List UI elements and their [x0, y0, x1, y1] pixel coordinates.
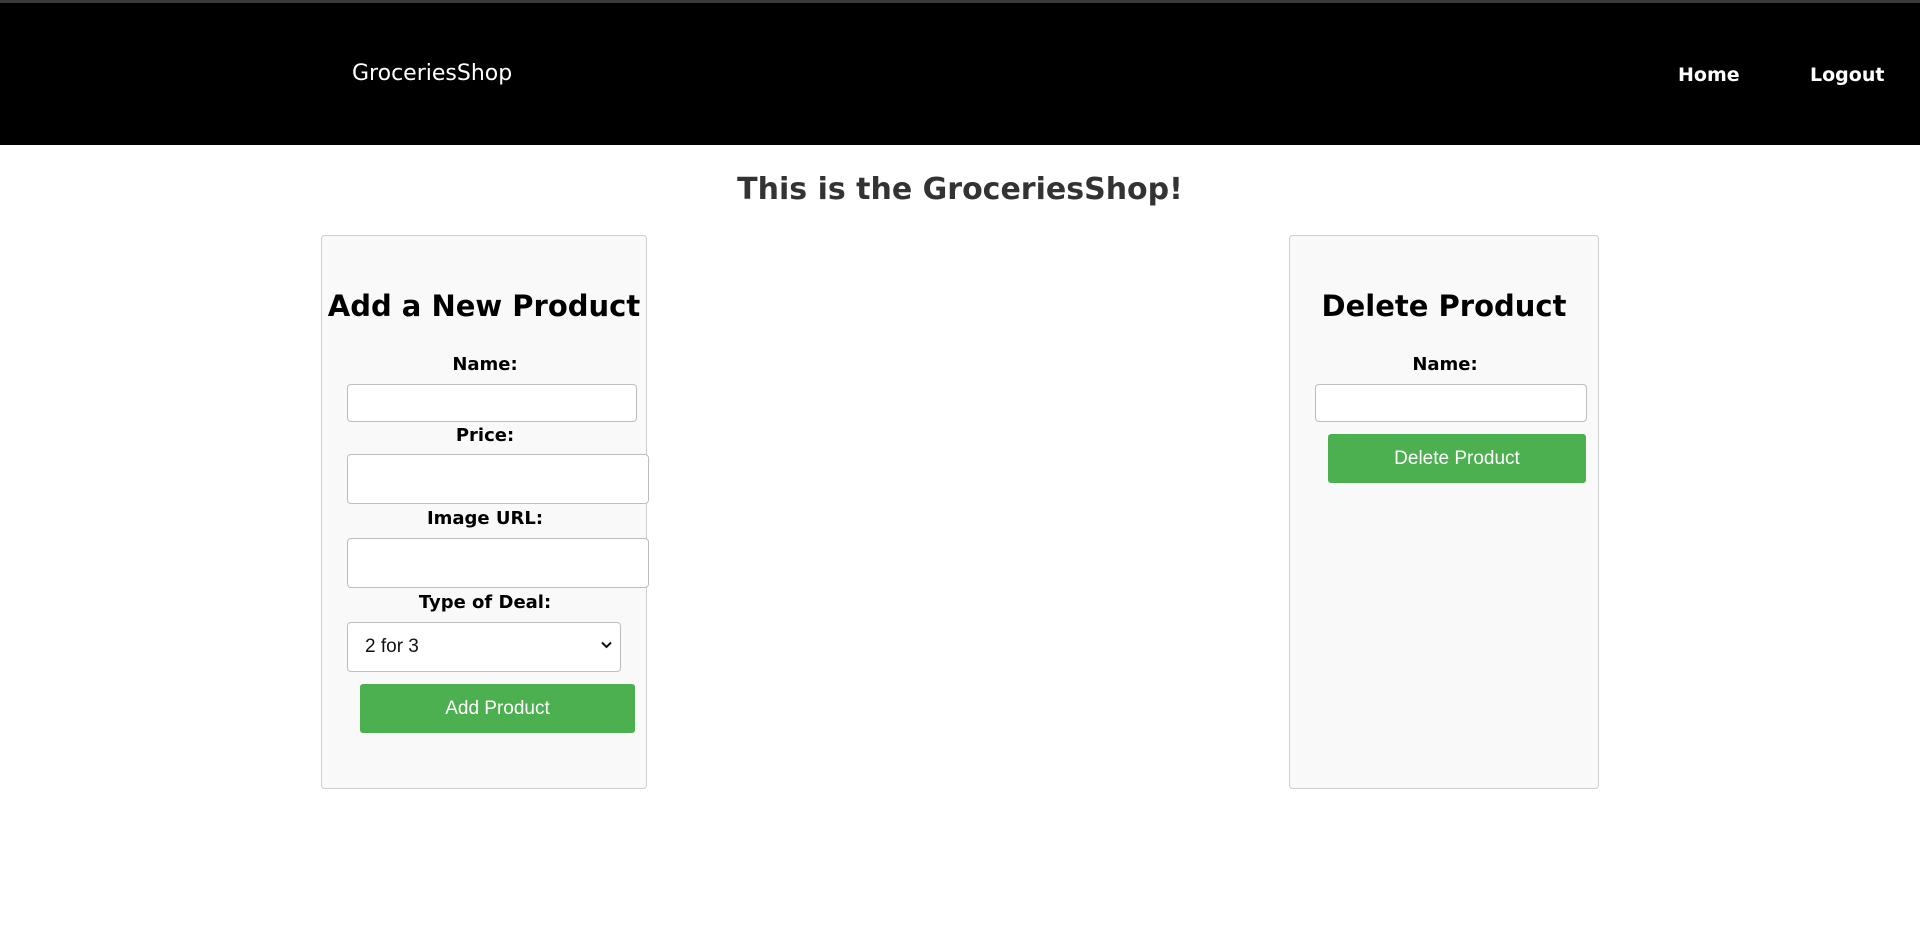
- top-navbar: GroceriesShop Home Logout: [0, 3, 1920, 145]
- add-product-title: Add a New Product: [327, 289, 641, 323]
- nav-home-link[interactable]: Home: [1678, 64, 1740, 86]
- nav-logout-link[interactable]: Logout: [1810, 64, 1884, 86]
- delete-product-panel: Delete Product Name: Delete Product: [1289, 235, 1599, 789]
- deal-type-select[interactable]: 2 for 3: [347, 622, 621, 672]
- product-price-input[interactable]: [347, 454, 649, 504]
- deal-type-selected-value: 2 for 3: [365, 636, 419, 657]
- image-url-label: Image URL:: [426, 508, 544, 529]
- delete-name-input[interactable]: [1315, 384, 1587, 422]
- brand-logo[interactable]: GroceriesShop: [352, 61, 512, 86]
- name-label: Name:: [452, 354, 518, 375]
- price-label: Price:: [455, 425, 515, 446]
- delete-product-button[interactable]: Delete Product: [1328, 434, 1586, 483]
- add-product-panel: Add a New Product Name: Price: Image URL…: [321, 235, 649, 789]
- image-url-input[interactable]: [347, 538, 649, 588]
- product-name-input[interactable]: [347, 384, 637, 422]
- delete-product-title: Delete Product: [1321, 289, 1567, 323]
- add-product-button[interactable]: Add Product: [360, 684, 635, 733]
- deal-type-label: Type of Deal:: [418, 592, 552, 613]
- delete-name-label: Name:: [1412, 354, 1478, 375]
- chevron-down-icon: [601, 641, 612, 649]
- page-title: This is the GroceriesShop!: [737, 172, 1183, 207]
